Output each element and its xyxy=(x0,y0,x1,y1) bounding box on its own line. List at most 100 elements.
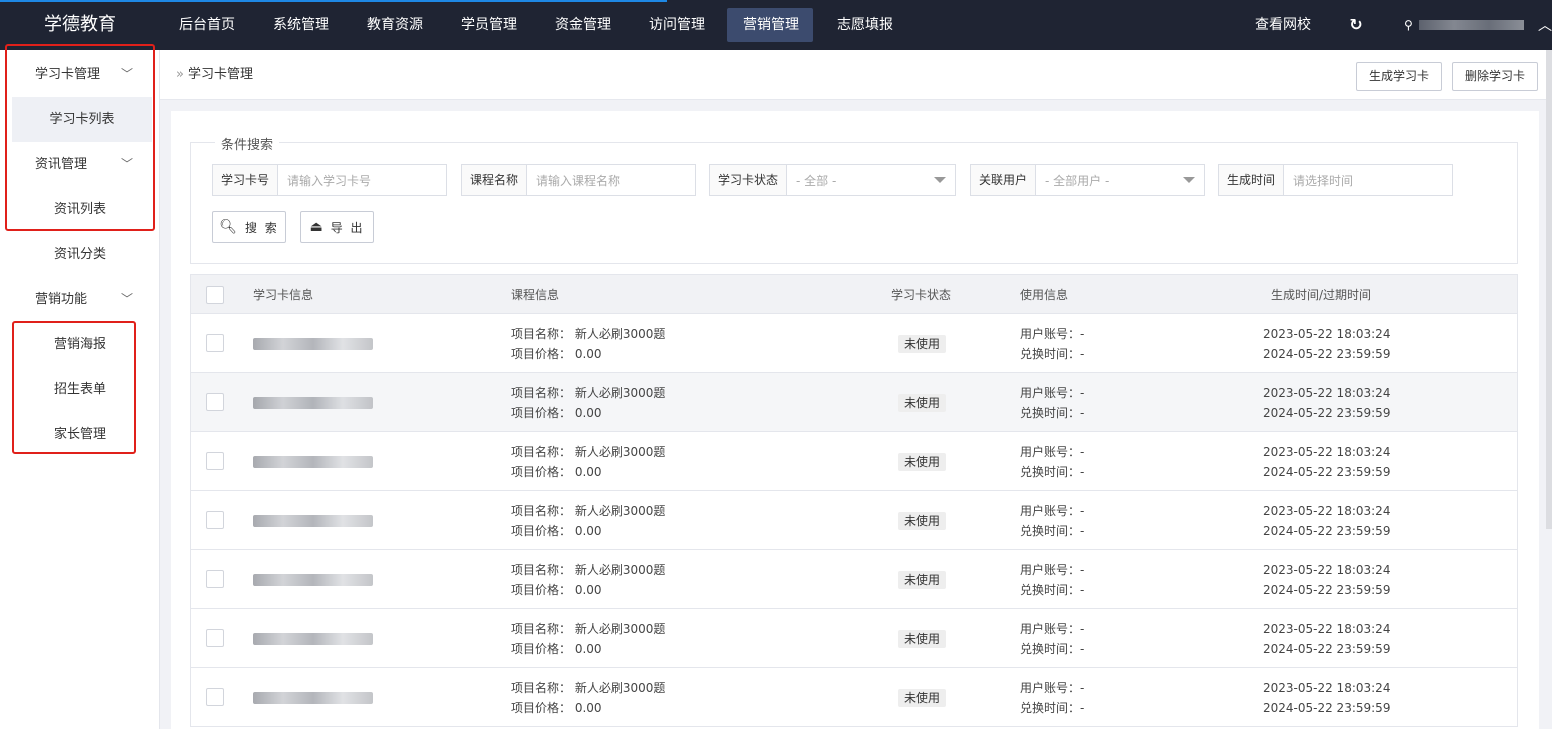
expire-time: 2024-05-22 23:59:59 xyxy=(1263,524,1391,538)
dropdown-arrow-icon xyxy=(1183,177,1195,183)
course-name: 项目名称： 新人必刷3000题 xyxy=(511,622,666,636)
created-time: 2023-05-22 18:03:24 xyxy=(1263,504,1391,518)
table-row[interactable]: 项目名称： 新人必刷3000题 项目价格： 0.00 未使用 用户账号：- 兑换时间：-… xyxy=(190,668,1518,727)
created-time: 2023-05-22 18:03:24 xyxy=(1263,445,1391,459)
nav-marketing[interactable]: 营销管理 xyxy=(724,0,818,50)
created-time: 2023-05-22 18:03:24 xyxy=(1263,622,1391,636)
user-menu[interactable]: ⚲ ︿ xyxy=(1382,0,1552,50)
card-code-redacted xyxy=(253,456,373,468)
generate-card-button[interactable]: 生成学习卡 xyxy=(1356,62,1443,91)
dropdown-arrow-icon xyxy=(934,177,946,183)
sidebar-item-news-category[interactable]: 资讯分类 xyxy=(0,232,160,277)
time-field[interactable]: 生成时间 请选择时间 xyxy=(1218,164,1453,196)
created-time: 2023-05-22 18:03:24 xyxy=(1263,386,1391,400)
redeem-time: 兑换时间：- xyxy=(1020,465,1085,479)
expire-time: 2024-05-22 23:59:59 xyxy=(1263,583,1391,597)
status-badge: 未使用 xyxy=(898,394,947,412)
user-account: 用户账号：- xyxy=(1020,681,1085,695)
status-badge: 未使用 xyxy=(898,335,947,353)
card-no-input[interactable]: 请输入学习卡号 xyxy=(278,172,446,189)
select-all-checkbox[interactable] xyxy=(206,286,224,304)
redeem-time: 兑换时间：- xyxy=(1020,406,1085,420)
row-checkbox[interactable] xyxy=(206,393,224,411)
table-row[interactable]: 项目名称： 新人必刷3000题 项目价格： 0.00 未使用 用户账号：- 兑换时间：-… xyxy=(190,609,1518,668)
content-panel: 条件搜索 学习卡号 请输入学习卡号 课程名称 请输入课程名称 学习卡状态 - 全… xyxy=(171,111,1539,729)
status-select[interactable]: 学习卡状态 - 全部 - xyxy=(709,164,956,196)
delete-card-button[interactable]: 删除学习卡 xyxy=(1452,62,1539,91)
redeem-time: 兑换时间：- xyxy=(1020,524,1085,538)
table-row[interactable]: 项目名称： 新人必刷3000题 项目价格： 0.00 未使用 用户账号：- 兑换时间：-… xyxy=(190,491,1518,550)
row-checkbox[interactable] xyxy=(206,688,224,706)
course-field[interactable]: 课程名称 请输入课程名称 xyxy=(461,164,696,196)
status-badge: 未使用 xyxy=(898,571,947,589)
card-no-field[interactable]: 学习卡号 请输入学习卡号 xyxy=(212,164,447,196)
row-checkbox[interactable] xyxy=(206,452,224,470)
created-time: 2023-05-22 18:03:24 xyxy=(1263,563,1391,577)
table-header: 学习卡信息 课程信息 学习卡状态 使用信息 生成时间/过期时间 xyxy=(190,274,1518,314)
search-panel: 条件搜索 学习卡号 请输入学习卡号 课程名称 请输入课程名称 学习卡状态 - 全… xyxy=(190,134,1518,264)
user-account: 用户账号：- xyxy=(1020,504,1085,518)
card-code-redacted xyxy=(253,515,373,527)
username-redacted xyxy=(1418,20,1524,30)
user-account: 用户账号：- xyxy=(1020,386,1085,400)
sidebar-group-marketing[interactable]: 营销功能 ﹀ xyxy=(0,277,160,322)
status-badge: 未使用 xyxy=(898,453,947,471)
nav-students[interactable]: 学员管理 xyxy=(442,0,536,50)
status-badge: 未使用 xyxy=(898,689,947,707)
chevron-up-icon: ︿ xyxy=(1538,18,1552,34)
status-badge: 未使用 xyxy=(898,630,947,648)
redeem-time: 兑换时间：- xyxy=(1020,347,1085,361)
top-navbar: 学德教育 后台首页 系统管理 教育资源 学员管理 资金管理 访问管理 营销管理 … xyxy=(0,0,1552,50)
user-account: 用户账号：- xyxy=(1020,622,1085,636)
user-account: 用户账号：- xyxy=(1020,563,1085,577)
user-select[interactable]: 关联用户 - 全部用户 - xyxy=(970,164,1205,196)
card-table: 学习卡信息 课程信息 学习卡状态 使用信息 生成时间/过期时间 项目名称： 新人… xyxy=(190,274,1518,727)
search-button[interactable]: 🔍︎ 搜 索 xyxy=(212,211,286,243)
expire-time: 2024-05-22 23:59:59 xyxy=(1263,701,1391,715)
course-price: 项目价格： 0.00 xyxy=(511,406,602,420)
table-row[interactable]: 项目名称： 新人必刷3000题 项目价格： 0.00 未使用 用户账号：- 兑换时间：-… xyxy=(190,314,1518,373)
course-price: 项目价格： 0.00 xyxy=(511,583,602,597)
table-row[interactable]: 项目名称： 新人必刷3000题 项目价格： 0.00 未使用 用户账号：- 兑换时间：-… xyxy=(190,432,1518,491)
nav-access[interactable]: 访问管理 xyxy=(630,0,724,50)
search-icon: 🔍︎ xyxy=(219,219,237,235)
refresh-icon[interactable]: ↻ xyxy=(1330,0,1382,50)
course-price: 项目价格： 0.00 xyxy=(511,701,602,715)
export-button[interactable]: ⏏ 导 出 xyxy=(300,211,374,243)
row-checkbox[interactable] xyxy=(206,570,224,588)
highlight-box xyxy=(5,44,155,231)
brand-logo: 学德教育 xyxy=(44,14,116,35)
row-checkbox[interactable] xyxy=(206,334,224,352)
export-icon: ⏏ xyxy=(309,219,323,235)
row-checkbox[interactable] xyxy=(206,629,224,647)
course-name: 项目名称： 新人必刷3000题 xyxy=(511,445,666,459)
nav-volunteer[interactable]: 志愿填报 xyxy=(818,0,912,50)
row-checkbox[interactable] xyxy=(206,511,224,529)
course-input[interactable]: 请输入课程名称 xyxy=(527,172,695,189)
nav-resources[interactable]: 教育资源 xyxy=(348,0,442,50)
nav-home[interactable]: 后台首页 xyxy=(160,0,254,50)
scrollbar[interactable] xyxy=(1546,50,1552,529)
card-code-redacted xyxy=(253,692,373,704)
course-name: 项目名称： 新人必刷3000题 xyxy=(511,504,666,518)
course-price: 项目价格： 0.00 xyxy=(511,465,602,479)
user-account: 用户账号：- xyxy=(1020,327,1085,341)
highlight-box xyxy=(12,321,136,454)
nav-funds[interactable]: 资金管理 xyxy=(536,0,630,50)
redeem-time: 兑换时间：- xyxy=(1020,642,1085,656)
redeem-time: 兑换时间：- xyxy=(1020,701,1085,715)
breadcrumb-bar: » 学习卡管理 生成学习卡 删除学习卡 xyxy=(160,50,1552,100)
time-input[interactable]: 请选择时间 xyxy=(1284,172,1452,189)
course-price: 项目价格： 0.00 xyxy=(511,347,602,361)
main-nav: 后台首页 系统管理 教育资源 学员管理 资金管理 访问管理 营销管理 志愿填报 xyxy=(160,0,912,50)
view-site-link[interactable]: 查看网校 xyxy=(1236,0,1330,50)
table-row[interactable]: 项目名称： 新人必刷3000题 项目价格： 0.00 未使用 用户账号：- 兑换时间：-… xyxy=(190,550,1518,609)
user-account: 用户账号：- xyxy=(1020,445,1085,459)
course-price: 项目价格： 0.00 xyxy=(511,642,602,656)
table-row[interactable]: 项目名称： 新人必刷3000题 项目价格： 0.00 未使用 用户账号：- 兑换时间：-… xyxy=(190,373,1518,432)
nav-system[interactable]: 系统管理 xyxy=(254,0,348,50)
card-code-redacted xyxy=(253,633,373,645)
expire-time: 2024-05-22 23:59:59 xyxy=(1263,406,1391,420)
expire-time: 2024-05-22 23:59:59 xyxy=(1263,347,1391,361)
course-name: 项目名称： 新人必刷3000题 xyxy=(511,386,666,400)
